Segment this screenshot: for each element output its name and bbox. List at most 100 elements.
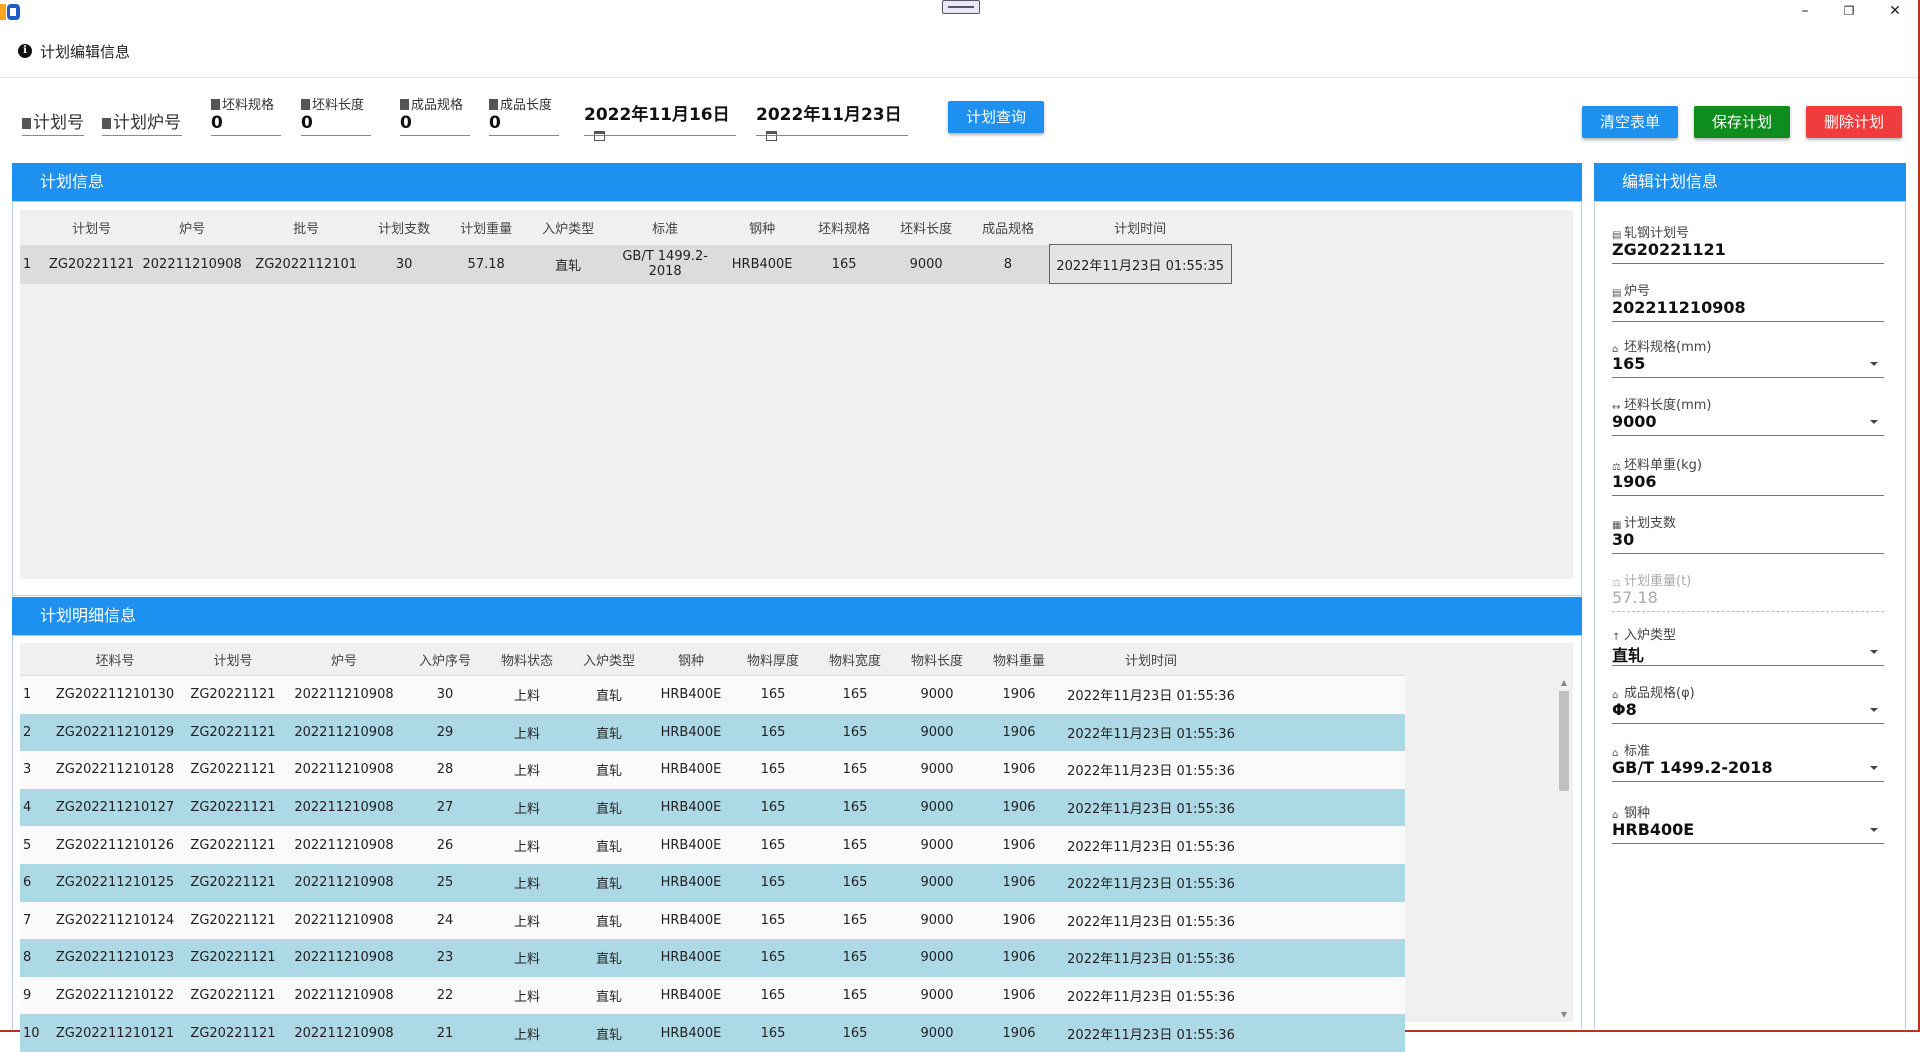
save-plan-button[interactable]: 保存计划 bbox=[1694, 106, 1790, 138]
blank-length-select[interactable]: ↔ 坯料长度(mm) 9000 bbox=[1612, 394, 1884, 436]
table-cell[interactable]: 1906 bbox=[978, 675, 1060, 714]
table-cell[interactable]: 202211210908 bbox=[284, 713, 404, 752]
table-cell[interactable]: 9000 bbox=[896, 788, 978, 827]
table-cell[interactable]: 202211210908 bbox=[284, 826, 404, 864]
blank-length-field[interactable]: 坯料长度 0 bbox=[301, 94, 371, 136]
table-cell[interactable]: 9000 bbox=[896, 1014, 978, 1052]
table-cell[interactable]: 直轧 bbox=[568, 675, 650, 714]
column-header[interactable]: 标准 bbox=[609, 210, 722, 245]
table-cell[interactable]: HRB400E bbox=[650, 901, 732, 940]
table-cell[interactable]: 28 bbox=[404, 751, 486, 789]
restore-button[interactable]: ❐ bbox=[1826, 0, 1872, 22]
table-cell[interactable]: 2022年11月23日 01:55:36 bbox=[1060, 751, 1242, 789]
steel-grade-select[interactable]: ⌂ 钢种 HRB400E bbox=[1612, 802, 1884, 844]
table-cell[interactable]: 9000 bbox=[885, 244, 968, 284]
table-cell[interactable]: ZG20221121 bbox=[182, 901, 284, 940]
table-cell[interactable]: HRB400E bbox=[650, 976, 732, 1015]
table-cell[interactable]: 202211210908 bbox=[284, 1014, 404, 1052]
furnace-type-select[interactable]: ↑ 入炉类型 直轧 bbox=[1612, 624, 1884, 666]
column-header[interactable]: 物料宽度 bbox=[814, 643, 896, 676]
table-row[interactable]: 2 ZG202211210129 ZG20221121 202211210908… bbox=[20, 713, 1405, 752]
table-cell[interactable]: 上料 bbox=[486, 1014, 568, 1052]
table-cell[interactable]: 上料 bbox=[486, 751, 568, 789]
table-cell[interactable]: 165 bbox=[732, 863, 814, 902]
table-cell[interactable]: ZG202211210121 bbox=[48, 1014, 182, 1052]
column-header[interactable]: 坯料号 bbox=[48, 643, 182, 676]
table-cell[interactable]: 9000 bbox=[896, 901, 978, 940]
furnace-no-field[interactable]: 计划炉号 bbox=[102, 108, 182, 136]
column-header[interactable]: 物料厚度 bbox=[732, 643, 814, 676]
calendar-icon[interactable] bbox=[594, 131, 605, 141]
table-cell[interactable]: 2022年11月23日 01:55:36 bbox=[1060, 976, 1242, 1015]
chevron-down-icon[interactable] bbox=[1870, 650, 1878, 654]
table-cell[interactable]: HRB400E bbox=[650, 1014, 732, 1052]
table-row[interactable]: 7 ZG202211210124 ZG20221121 202211210908… bbox=[20, 901, 1405, 940]
table-cell[interactable]: 165 bbox=[732, 788, 814, 827]
table-cell[interactable]: HRB400E bbox=[650, 713, 732, 752]
column-header[interactable]: 物料长度 bbox=[896, 643, 978, 676]
minimize-button[interactable]: – bbox=[1782, 0, 1828, 22]
table-cell[interactable]: 上料 bbox=[486, 675, 568, 714]
table-cell[interactable]: 165 bbox=[814, 751, 896, 789]
clear-form-button[interactable]: 清空表单 bbox=[1582, 106, 1678, 138]
table-cell[interactable]: 直轧 bbox=[568, 751, 650, 789]
product-spec-field[interactable]: 成品规格 0 bbox=[400, 94, 470, 136]
table-cell[interactable]: ZG20221121 bbox=[48, 244, 136, 284]
table-cell[interactable]: ZG202211210128 bbox=[48, 751, 182, 789]
table-cell[interactable]: HRB400E bbox=[650, 675, 732, 714]
table-cell[interactable]: 165 bbox=[814, 863, 896, 902]
column-header[interactable]: 钢种 bbox=[650, 643, 732, 676]
table-cell[interactable]: 57.18 bbox=[445, 244, 528, 284]
table-cell[interactable]: 165 bbox=[732, 826, 814, 864]
table-cell[interactable]: 2022年11月23日 01:55:36 bbox=[1060, 939, 1242, 977]
table-cell[interactable]: 2022年11月23日 01:55:36 bbox=[1060, 863, 1242, 902]
blank-unit-weight-field[interactable]: ⚖ 坯料单重(kg) 1906 bbox=[1612, 454, 1884, 496]
table-cell[interactable]: ZG2022112101 bbox=[249, 244, 364, 284]
table-cell[interactable]: 165 bbox=[732, 939, 814, 977]
table-cell[interactable]: 1906 bbox=[978, 976, 1060, 1015]
table-row[interactable]: 10 ZG202211210121 ZG20221121 20221121090… bbox=[20, 1014, 1405, 1052]
table-cell[interactable]: 9000 bbox=[896, 939, 978, 977]
table-cell[interactable]: 30 bbox=[363, 244, 446, 284]
chevron-down-icon[interactable] bbox=[1870, 766, 1878, 770]
table-cell[interactable]: 202211210908 bbox=[284, 939, 404, 977]
table-cell[interactable]: 9000 bbox=[896, 675, 978, 714]
table-cell[interactable]: 9000 bbox=[896, 826, 978, 864]
table-cell[interactable]: 202211210908 bbox=[284, 751, 404, 789]
table-cell[interactable]: 1906 bbox=[978, 788, 1060, 827]
table-cell[interactable]: 1906 bbox=[978, 751, 1060, 789]
table-cell[interactable]: 2022年11月23日 01:55:36 bbox=[1060, 788, 1242, 827]
table-cell[interactable]: 上料 bbox=[486, 826, 568, 864]
scroll-down-icon[interactable]: ▼ bbox=[1556, 1009, 1572, 1021]
table-cell[interactable]: 165 bbox=[814, 788, 896, 827]
column-header[interactable]: 成品规格 bbox=[967, 210, 1050, 245]
table-row[interactable]: 3 ZG202211210128 ZG20221121 202211210908… bbox=[20, 751, 1405, 789]
date-from-picker[interactable]: 2022年11月16日 bbox=[584, 100, 736, 141]
table-cell[interactable]: 直轧 bbox=[568, 901, 650, 940]
chevron-down-icon[interactable] bbox=[1870, 420, 1878, 424]
column-header[interactable]: 物料状态 bbox=[486, 643, 568, 676]
table-cell[interactable]: HRB400E bbox=[650, 751, 732, 789]
table-row[interactable]: 6 ZG202211210125 ZG20221121 202211210908… bbox=[20, 863, 1405, 902]
column-header[interactable]: 入炉类型 bbox=[527, 210, 610, 245]
table-cell[interactable]: 165 bbox=[803, 244, 886, 284]
table-cell[interactable]: 上料 bbox=[486, 863, 568, 902]
column-header[interactable]: 钢种 bbox=[721, 210, 804, 245]
date-to-picker[interactable]: 2022年11月23日 bbox=[756, 100, 908, 141]
detail-scrollbar[interactable]: ▲ ▼ bbox=[1556, 677, 1572, 1021]
table-cell[interactable]: 直轧 bbox=[527, 244, 610, 284]
table-cell[interactable]: 上料 bbox=[486, 901, 568, 940]
table-cell[interactable]: 直轧 bbox=[568, 939, 650, 977]
plan-query-button[interactable]: 计划查询 bbox=[948, 101, 1044, 133]
table-cell[interactable]: 30 bbox=[404, 675, 486, 714]
table-cell[interactable]: 上料 bbox=[486, 713, 568, 752]
field-value[interactable]: 直轧 bbox=[1612, 642, 1884, 666]
table-cell[interactable]: 165 bbox=[814, 976, 896, 1015]
rolling-plan-no-field[interactable]: ▤ 轧钢计划号 ZG20221121 bbox=[1612, 222, 1884, 264]
table-cell[interactable]: 165 bbox=[732, 976, 814, 1015]
column-header[interactable]: 批号 bbox=[249, 210, 364, 245]
table-cell[interactable]: 165 bbox=[814, 939, 896, 977]
table-cell[interactable]: 165 bbox=[732, 901, 814, 940]
blank-spec-field[interactable]: 坯料规格 0 bbox=[211, 94, 281, 136]
column-header[interactable]: 坯料规格 bbox=[803, 210, 886, 245]
